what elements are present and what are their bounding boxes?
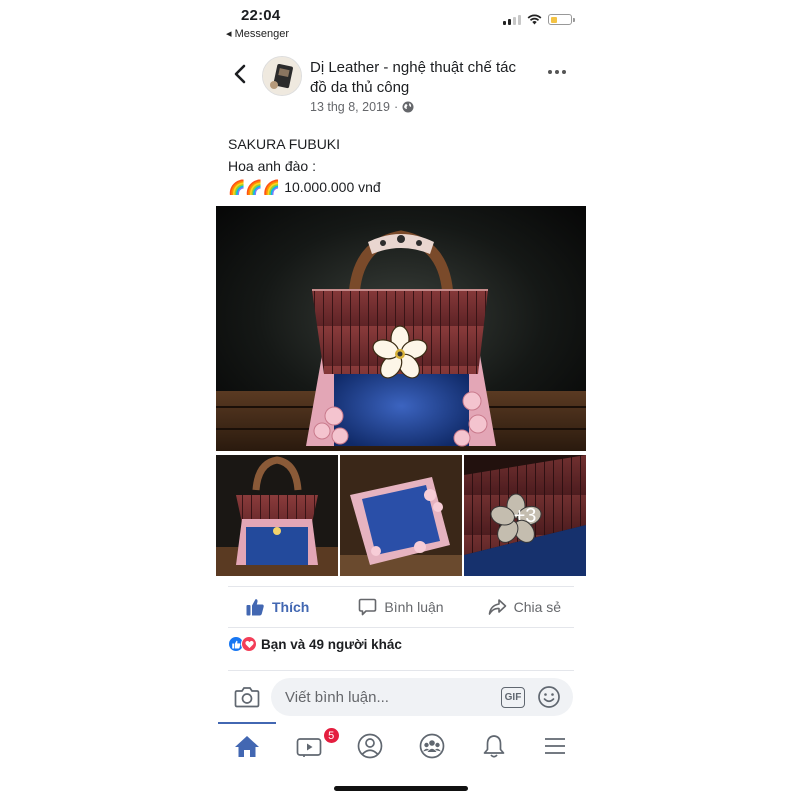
bottom-nav: 5 (216, 722, 586, 770)
back-button[interactable] (231, 62, 251, 86)
post-text: SAKURA FUBUKI Hoa anh đào : 🌈🌈🌈 10.000.0… (228, 134, 381, 199)
comment-label: Bình luận (384, 599, 444, 615)
photo-thumbnail[interactable] (340, 455, 462, 576)
main-photo[interactable] (216, 206, 586, 451)
bell-icon (483, 735, 504, 758)
share-icon (488, 599, 506, 615)
camera-button[interactable] (234, 686, 260, 708)
like-button[interactable]: Thích (216, 590, 339, 624)
thumbs-up-icon (246, 599, 264, 616)
love-icon (241, 636, 257, 652)
menu-icon (545, 738, 566, 754)
nav-watch[interactable]: 5 (278, 722, 340, 770)
comment-input[interactable] (271, 678, 573, 716)
status-icons (503, 14, 575, 25)
camera-icon (234, 687, 260, 708)
nav-home[interactable] (216, 722, 278, 770)
rainbow-emojis: 🌈🌈🌈 (228, 179, 281, 195)
comment-bar: GIF (216, 676, 586, 718)
reactions-summary[interactable]: Bạn và 49 người khác (228, 636, 402, 652)
handbag-front-photo (216, 455, 338, 576)
like-label: Thích (271, 599, 310, 615)
post-title: SAKURA FUBUKI (228, 136, 341, 152)
chevron-left-icon (234, 64, 246, 84)
page-name[interactable]: Dị Leather - nghệ thuật chế tác đồ da th… (310, 58, 525, 98)
post-actions: Thích Bình luận Chia sẻ (216, 590, 586, 624)
photo-thumbnail[interactable] (216, 455, 338, 576)
sakura-handbag-photo (216, 206, 586, 451)
nav-groups[interactable] (401, 722, 463, 770)
post-date: 13 thg 8, 2019 (310, 100, 390, 114)
watch-badge: 5 (322, 727, 340, 744)
page-avatar[interactable] (262, 56, 302, 96)
signal-icon (503, 14, 521, 25)
post-meta: 13 thg 8, 2019 · (310, 100, 414, 114)
gif-button[interactable]: GIF (501, 687, 525, 708)
divider (228, 586, 574, 587)
nav-notifications[interactable] (463, 722, 525, 770)
more-options-button[interactable] (548, 66, 568, 78)
globe-icon (402, 101, 414, 113)
more-photos-thumbnail[interactable]: +3 (464, 455, 586, 576)
reactions-text: Bạn và 49 người khác (261, 636, 402, 652)
divider (228, 670, 574, 671)
comment-icon (359, 598, 377, 616)
watch-icon (296, 738, 321, 757)
share-button[interactable]: Chia sẻ (463, 590, 586, 624)
facebook-post-screen: 22:04 ◂ Messenger Dị Leather - nghệ thuậ… (216, 0, 586, 800)
post-price: 10.000.000 vnđ (284, 179, 381, 195)
leather-logo-icon (263, 57, 301, 95)
comment-button[interactable]: Bình luận (339, 590, 462, 624)
groups-icon (419, 733, 445, 759)
home-indicator (334, 786, 468, 791)
home-icon (234, 736, 259, 757)
battery-icon (548, 14, 575, 25)
reaction-icons (228, 636, 257, 652)
back-to-messenger-link[interactable]: ◂ Messenger (226, 27, 289, 40)
handbag-detail-photo: +3 (464, 455, 586, 576)
dot (548, 70, 552, 74)
wifi-icon (527, 14, 542, 25)
post-subtitle: Hoa anh đào : (228, 157, 316, 174)
emoji-button[interactable] (537, 685, 561, 709)
nav-profile[interactable] (339, 722, 401, 770)
handbag-top-photo (340, 455, 462, 576)
post-price-line: 🌈🌈🌈 10.000.000 vnđ (228, 177, 381, 199)
smiley-icon (538, 686, 560, 708)
more-photos-count: +3 (514, 505, 537, 527)
profile-icon (357, 733, 383, 759)
status-time: 22:04 (241, 7, 281, 24)
divider (228, 627, 574, 628)
nav-menu[interactable] (524, 722, 586, 770)
share-label: Chia sẻ (513, 599, 562, 615)
